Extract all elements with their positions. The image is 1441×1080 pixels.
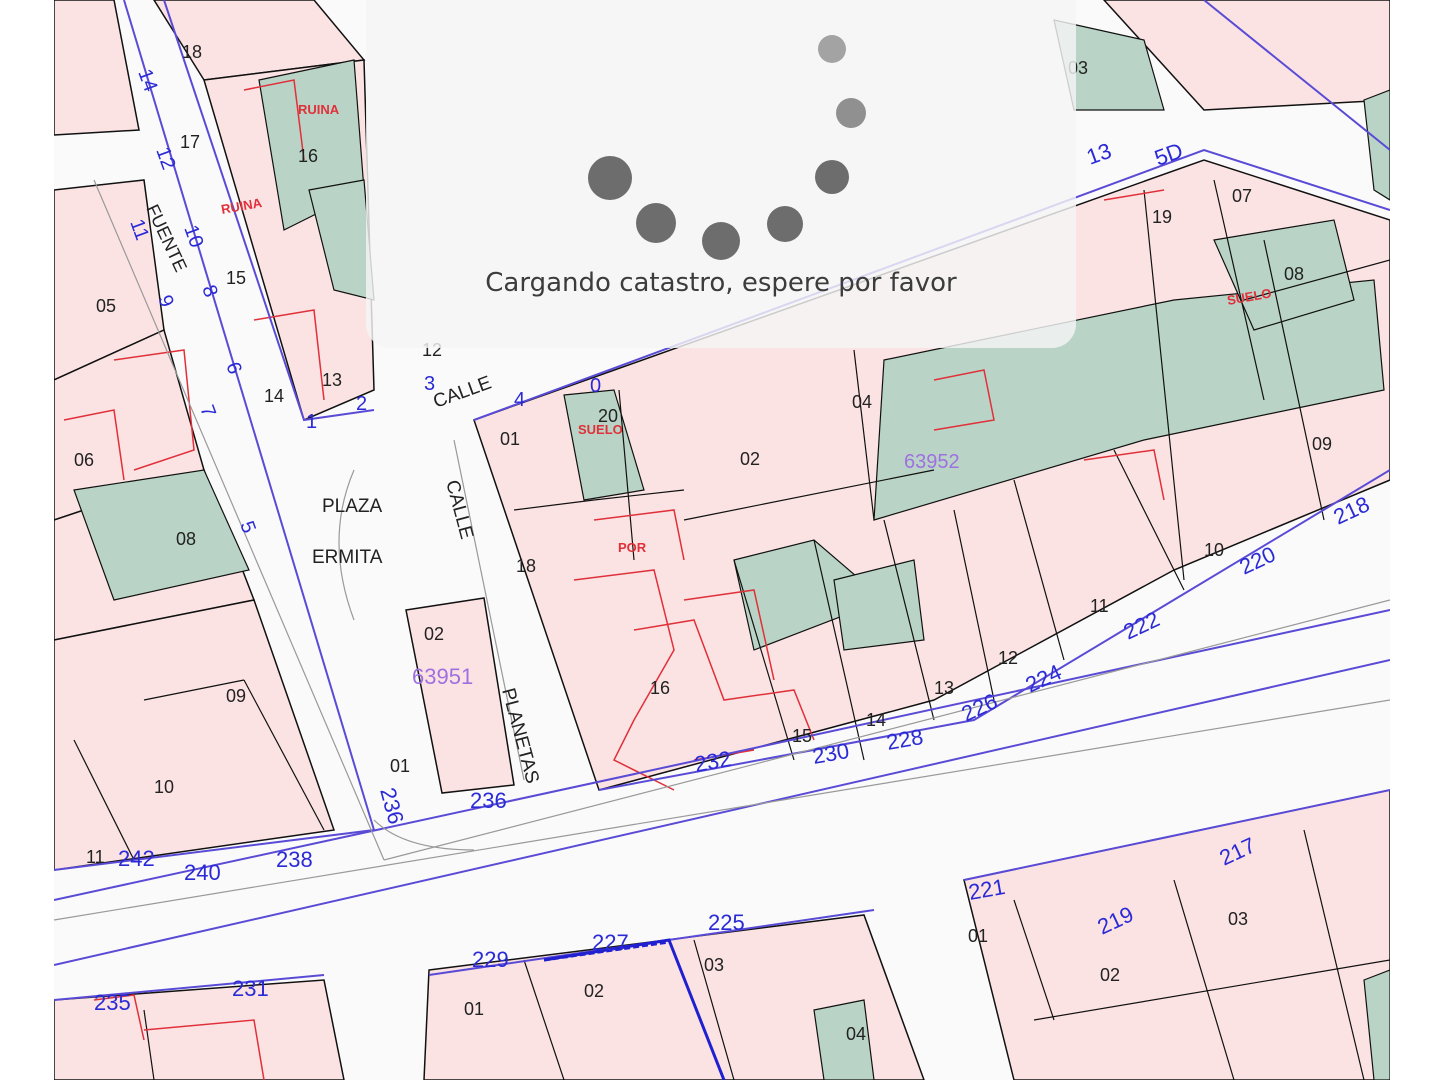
map-label-p-09: 09 bbox=[226, 686, 246, 706]
map-label-p-10a: 10 bbox=[1204, 540, 1224, 560]
map-label-p-01a: 01 bbox=[500, 429, 520, 449]
map-label-p-03c: 03 bbox=[1228, 909, 1248, 929]
loading-spinner-dot bbox=[702, 222, 740, 260]
map-label-p-03b: 03 bbox=[704, 955, 724, 975]
map-label-plaza: PLAZA bbox=[322, 496, 383, 517]
map-label-p-08b: 08 bbox=[1284, 264, 1304, 284]
map-label-p-10: 10 bbox=[154, 777, 174, 797]
map-label-p-19: 19 bbox=[1152, 207, 1172, 227]
map-label-n-231: 231 bbox=[232, 976, 269, 1001]
map-label-p-09a: 09 bbox=[1312, 434, 1332, 454]
map-label-p-02-plaza: 02 bbox=[424, 624, 444, 644]
map-label-n-0: 0 bbox=[590, 375, 601, 397]
map-label-n-225: 225 bbox=[708, 910, 745, 935]
map-label-n-3: 3 bbox=[424, 373, 435, 395]
map-label-p-16: 16 bbox=[298, 146, 318, 166]
map-label-ref-63952: 63952 bbox=[904, 451, 960, 473]
map-label-n-238: 238 bbox=[276, 847, 313, 872]
loading-spinner-dot bbox=[815, 160, 849, 194]
map-label-ref-63951: 63951 bbox=[412, 664, 473, 689]
map-label-n-229: 229 bbox=[472, 947, 509, 972]
map-label-u-por: POR bbox=[618, 540, 647, 555]
map-label-p-16a: 16 bbox=[650, 678, 670, 698]
map-label-p-12a: 12 bbox=[998, 648, 1018, 668]
map-label-p-02c: 02 bbox=[1100, 965, 1120, 985]
map-label-n-240: 240 bbox=[184, 860, 221, 885]
loading-spinner-dot bbox=[588, 156, 632, 200]
map-label-p-18a: 18 bbox=[516, 556, 536, 576]
map-label-n-227: 227 bbox=[592, 930, 629, 955]
map-label-n-1: 1 bbox=[306, 411, 317, 433]
map-label-p-13: 13 bbox=[322, 370, 342, 390]
map-label-p-01-plaza: 01 bbox=[390, 756, 410, 776]
loading-spinner-dot bbox=[636, 203, 676, 243]
map-label-n-236b: 236 bbox=[470, 788, 507, 813]
map-label-p-13a: 13 bbox=[934, 678, 954, 698]
map-label-p-14: 14 bbox=[264, 386, 284, 406]
map-label-n-2: 2 bbox=[356, 393, 367, 415]
map-label-p-04b: 04 bbox=[846, 1024, 866, 1044]
loading-spinner-dot bbox=[836, 98, 866, 128]
loading-message: Cargando catastro, espere por favor bbox=[485, 268, 957, 298]
map-label-p-15: 15 bbox=[226, 268, 246, 288]
map-label-p-02a: 02 bbox=[740, 449, 760, 469]
map-label-p-07: 07 bbox=[1232, 186, 1252, 206]
map-label-p-15a: 15 bbox=[792, 726, 812, 746]
map-label-p-06: 06 bbox=[74, 450, 94, 470]
map-label-p-04a: 04 bbox=[852, 392, 872, 412]
map-label-ermita: ERMITA bbox=[312, 547, 383, 568]
map-label-n-242: 242 bbox=[118, 846, 155, 871]
map-viewport[interactable]: PLAZA ERMITA CALLE CALLE FUENTE PLANETAS 63951… bbox=[0, 0, 1441, 1080]
map-label-p-14a: 14 bbox=[866, 710, 886, 730]
map-label-p-17: 17 bbox=[180, 132, 200, 152]
map-label-p-01b: 01 bbox=[464, 999, 484, 1019]
loading-spinner-dot bbox=[818, 35, 846, 63]
map-label-u-ruina1: RUINA bbox=[298, 102, 340, 117]
map-label-u-suelo1: SUELO bbox=[578, 422, 623, 437]
loading-spinner-dot bbox=[767, 206, 803, 242]
map-label-n-4: 4 bbox=[514, 389, 525, 411]
map-label-p-02b: 02 bbox=[584, 981, 604, 1001]
map-label-p-05: 05 bbox=[96, 296, 116, 316]
map-label-p-11a: 11 bbox=[1090, 596, 1109, 616]
map-label-p-08: 08 bbox=[176, 529, 196, 549]
map-label-p-18: 18 bbox=[182, 42, 202, 62]
map-label-p-11: 11 bbox=[86, 847, 105, 867]
map-label-n-235: 235 bbox=[94, 990, 131, 1015]
map-label-p-01c: 01 bbox=[968, 926, 988, 946]
